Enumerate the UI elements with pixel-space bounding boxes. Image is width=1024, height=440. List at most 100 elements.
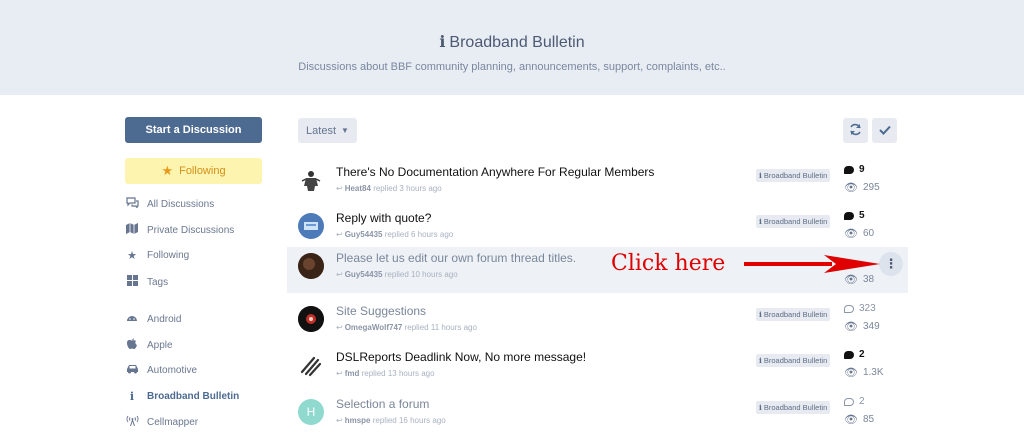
android-icon <box>125 313 139 325</box>
car-icon <box>125 364 139 377</box>
discussion-title[interactable]: Selection a forum <box>336 397 429 411</box>
discussion-title[interactable]: DSLReports Deadlink Now, No more message… <box>336 350 586 364</box>
sidebar-item-android[interactable]: Android <box>125 313 275 325</box>
views-value: 60 <box>862 228 875 239</box>
star-icon: ★ <box>127 250 137 262</box>
discussion-user[interactable]: Guy54435 <box>345 230 383 239</box>
reply-icon: ↩ <box>336 270 343 279</box>
refresh-button[interactable] <box>843 118 868 143</box>
tag-badge[interactable]: i Broadband Bulletin <box>756 215 831 228</box>
discussion-meta: ↩ fmd replied 13 hours ago <box>336 369 435 378</box>
sidebar-item-label: Automotive <box>147 365 198 376</box>
avatar[interactable] <box>298 306 324 332</box>
tag-badge[interactable]: i Broadband Bulletin <box>756 354 831 367</box>
discussion-user[interactable]: Heat84 <box>345 184 371 193</box>
hero-banner: i Broadband Bulletin Discussions about BB… <box>0 0 1024 95</box>
sidebar-item-label: Tags <box>147 276 169 288</box>
following-button[interactable]: ★ Following <box>125 158 262 184</box>
annotation-label: Click here <box>611 251 726 276</box>
avatar[interactable] <box>298 167 324 193</box>
discussion-row[interactable]: There's No Documentation Anywhere For Re… <box>287 161 908 207</box>
views-value: 295 <box>862 182 880 193</box>
sidebar-item-broadband-bulletin[interactable]: i Broadband Bulletin <box>125 390 275 403</box>
start-discussion-button[interactable]: Start a Discussion <box>125 117 262 143</box>
discussion-action: replied 3 hours ago <box>373 184 442 193</box>
info-icon: i <box>759 403 762 412</box>
annotation-arrow-icon <box>744 255 880 273</box>
apple-icon <box>125 338 139 353</box>
discussion-row[interactable]: DSLReports Deadlink Now, No more message… <box>287 346 908 392</box>
sidebar-item-label: Private Discussions <box>147 224 235 236</box>
discussion-title[interactable]: Please let us edit our own forum thread … <box>336 251 576 265</box>
discussion-meta: ↩ Guy54435 replied 6 hours ago <box>336 230 453 239</box>
sidebar-item-all-discussions[interactable]: All Discussions <box>125 197 275 211</box>
mark-all-read-button[interactable] <box>872 118 897 143</box>
eye-icon: 👁 <box>844 367 858 379</box>
discussion-action: replied 13 hours ago <box>361 369 435 378</box>
replies-value: 5 <box>859 210 865 221</box>
discussion-row[interactable]: Site Suggestions ↩ OmegaWolf747 replied 1… <box>287 300 908 346</box>
info-icon: i <box>129 390 135 403</box>
info-icon: i <box>759 217 762 226</box>
discussion-action: replied 11 hours ago <box>404 323 477 332</box>
tag-label: Broadband Bulletin <box>763 171 828 180</box>
sort-dropdown[interactable]: Latest ▼ <box>298 118 357 143</box>
replies-value: 2 <box>859 349 865 360</box>
sort-dropdown-label: Latest <box>306 124 337 137</box>
sidebar-item-tags[interactable]: Tags <box>125 275 275 289</box>
replies-value: 323 <box>859 303 876 314</box>
sidebar-item-following[interactable]: ★ Following <box>125 249 275 262</box>
sidebar-item-automotive[interactable]: Automotive <box>125 364 275 377</box>
tag-label: Broadband Bulletin <box>763 356 828 365</box>
sidebar-item-label: Apple <box>147 340 173 351</box>
sidebar-item-cellmapper[interactable]: Cellmapper <box>125 415 275 429</box>
page-subtitle: Discussions about BBF community planning… <box>298 61 726 73</box>
sidebar-item-apple[interactable]: Apple <box>125 338 275 353</box>
info-icon: i <box>759 310 762 319</box>
tag-label: Broadband Bulletin <box>763 310 828 319</box>
discussion-user[interactable]: fmd <box>345 369 360 378</box>
views-count: 👁 1.3K <box>844 366 884 379</box>
replies-count: 5 <box>844 210 865 221</box>
avatar[interactable] <box>298 352 324 378</box>
discussion-title[interactable]: Site Suggestions <box>336 304 426 318</box>
reply-icon: ↩ <box>336 230 343 239</box>
eye-icon: 👁 <box>844 228 858 240</box>
comments-icon <box>125 197 139 211</box>
tag-badge[interactable]: i Broadband Bulletin <box>756 308 831 321</box>
sidebar-item-private-discussions[interactable]: Private Discussions <box>125 223 275 237</box>
discussion-title[interactable]: There's No Documentation Anywhere For Re… <box>336 165 654 179</box>
discussion-row[interactable]: H Selection a forum ↩ hmspe replied 16 ho… <box>287 393 908 439</box>
views-count: 👁 295 <box>844 181 880 194</box>
map-icon <box>125 223 139 237</box>
reply-icon: ↩ <box>336 184 343 193</box>
views-count: 👁 60 <box>844 227 874 240</box>
sidebar-item-label: Following <box>147 250 190 261</box>
discussion-meta: ↩ hmspe replied 16 hours ago <box>336 416 446 425</box>
reply-icon: ↩ <box>336 369 343 378</box>
avatar[interactable] <box>298 213 324 239</box>
discussion-user[interactable]: OmegaWolf747 <box>345 323 403 332</box>
sidebar-item-label: Broadband Bulletin <box>147 391 240 402</box>
tag-label: Broadband Bulletin <box>763 403 828 412</box>
replies-value: 2 <box>859 396 865 407</box>
tag-badge[interactable]: i Broadband Bulletin <box>756 401 831 414</box>
discussion-action: replied 10 hours ago <box>384 270 458 279</box>
reply-icon: ↩ <box>336 323 343 332</box>
caret-down-icon: ▼ <box>341 126 349 135</box>
views-count: 👁 85 <box>844 413 874 426</box>
avatar[interactable]: H <box>298 399 324 425</box>
comment-icon <box>844 165 854 174</box>
star-icon: ★ <box>161 163 174 178</box>
grid-icon <box>125 275 139 289</box>
refresh-icon <box>849 123 862 139</box>
discussion-user[interactable]: Guy54435 <box>345 270 383 279</box>
antenna-icon <box>125 415 139 429</box>
replies-value: 9 <box>859 164 865 175</box>
discussion-user[interactable]: hmspe <box>345 416 371 425</box>
avatar[interactable] <box>298 253 324 279</box>
info-icon: i <box>759 356 762 365</box>
tag-badge[interactable]: i Broadband Bulletin <box>756 169 831 182</box>
comment-icon <box>844 397 854 406</box>
discussion-title[interactable]: Reply with quote? <box>336 211 431 225</box>
